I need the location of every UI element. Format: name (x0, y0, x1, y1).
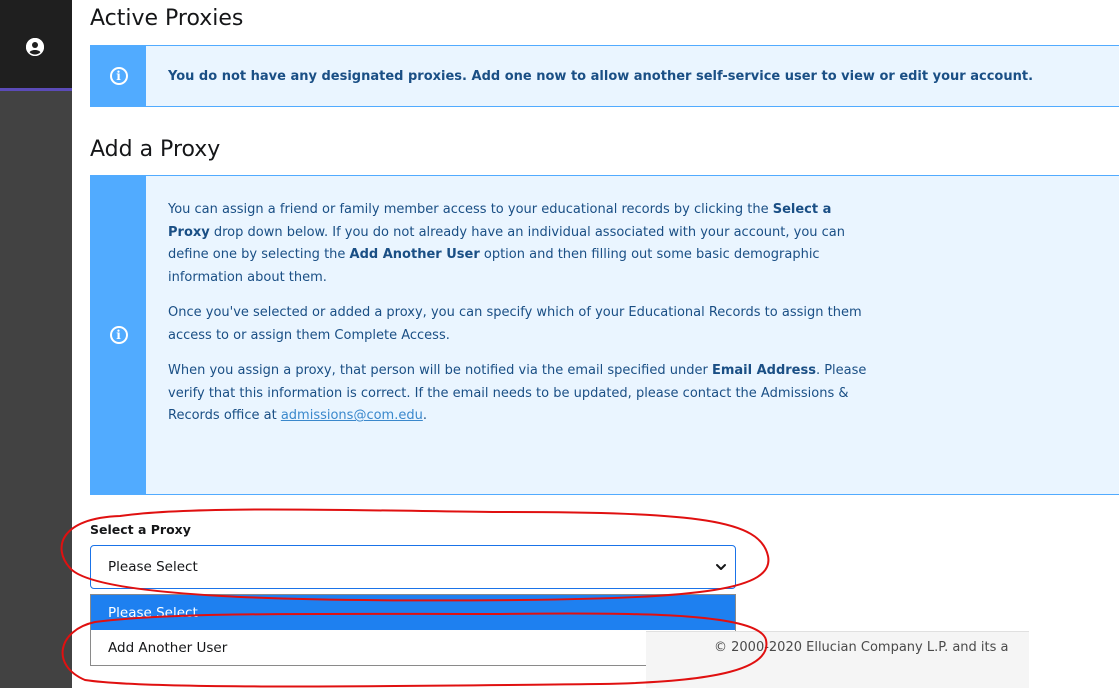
add-proxy-info-alert: i You can assign a friend or family memb… (90, 175, 1119, 495)
active-proxies-heading: Active Proxies (90, 6, 244, 31)
no-proxies-message: You do not have any designated proxies. … (168, 68, 1034, 84)
chevron-down-icon (715, 561, 727, 577)
admissions-email-link[interactable]: admissions@com.edu (281, 408, 423, 423)
user-circle-icon[interactable] (26, 38, 44, 56)
info-paragraph-1: You can assign a friend or family member… (168, 202, 846, 285)
info-paragraph-3: When you assign a proxy, that person wil… (168, 363, 867, 423)
info-paragraph-2: Once you've selected or added a proxy, y… (168, 305, 862, 343)
no-proxies-alert: i You do not have any designated proxies… (90, 45, 1119, 107)
footer-copyright: © 2000-2020 Ellucian Company L.P. and it… (714, 640, 1009, 655)
left-nav-rail (0, 0, 72, 688)
select-proxy-dropdown[interactable]: Please Select (90, 545, 736, 589)
add-proxy-heading: Add a Proxy (90, 137, 221, 162)
page: Active Proxies i You do not have any des… (0, 0, 1119, 688)
rail-header (0, 0, 72, 91)
info-icon: i (109, 326, 128, 344)
info-icon: i (109, 67, 128, 85)
option-please-select[interactable]: Please Select (91, 595, 735, 630)
option-add-another-user[interactable]: Add Another User (91, 630, 735, 665)
main-content: Active Proxies i You do not have any des… (90, 0, 1119, 688)
select-proxy-label: Select a Proxy (90, 522, 191, 537)
select-proxy-options: Please Select Add Another User (90, 594, 736, 666)
select-proxy-value: Please Select (108, 559, 198, 575)
